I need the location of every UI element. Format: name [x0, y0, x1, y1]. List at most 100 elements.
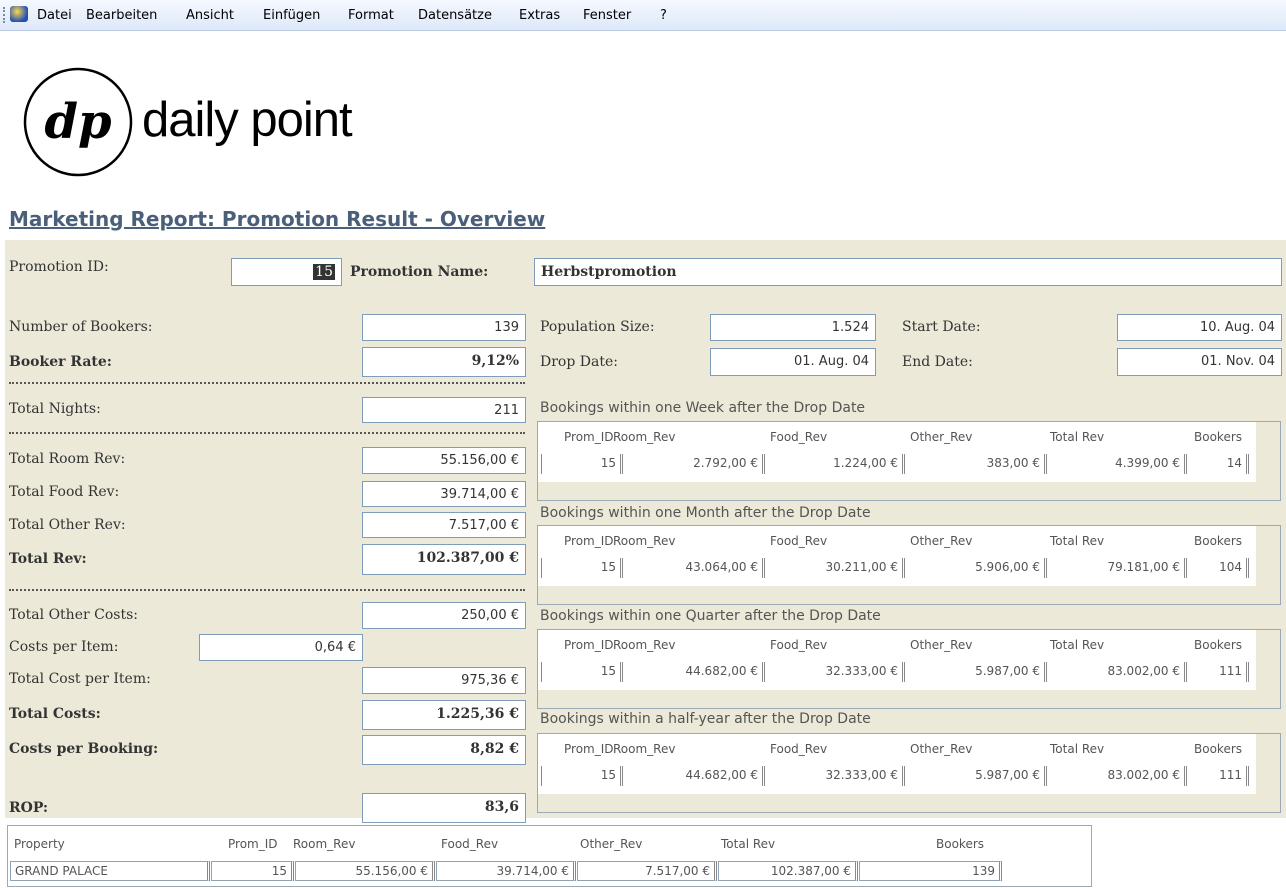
- menu-ansicht[interactable]: Ansicht: [186, 8, 234, 23]
- promotion-id-label: Promotion ID:: [9, 259, 109, 275]
- total-rev-cell[interactable]: 4.399,00 €: [1048, 454, 1187, 474]
- room-rev-cell[interactable]: 43.064,00 €: [624, 558, 765, 578]
- costs-per-item-field[interactable]: 0,64 €: [199, 634, 363, 661]
- total-costs-field[interactable]: 1.225,36 €: [362, 700, 526, 730]
- other-rev-cell[interactable]: 5.906,00 €: [906, 558, 1047, 578]
- room-rev-col-header: Room_Rev: [613, 534, 676, 548]
- total-other-rev-field[interactable]: 7.517,00 €: [362, 512, 526, 538]
- total-rev-col-header: Total Rev: [1050, 638, 1105, 652]
- page-title: Marketing Report: Promotion Result - Ove…: [9, 207, 546, 231]
- food-rev-col-header: Food_Rev: [770, 534, 828, 548]
- room-rev-col-header: Room_Rev: [613, 742, 676, 756]
- property-subform: Property Prom_ID Room_Rev Food_Rev Other…: [7, 825, 1092, 887]
- bookers-cell[interactable]: 111: [1188, 766, 1249, 786]
- total-room-rev-label: Total Room Rev:: [9, 451, 126, 467]
- prom-id-cell[interactable]: 15: [543, 662, 623, 682]
- prom-id-col-header: Prom_ID: [564, 638, 614, 652]
- drop-date-field[interactable]: 01. Aug. 04: [710, 348, 876, 376]
- total-other-costs-field[interactable]: 250,00 €: [362, 602, 526, 629]
- food-rev-col-header: Food_Rev: [770, 430, 828, 444]
- row-divider: [541, 766, 542, 786]
- prom-id-col-header: Prom_ID: [564, 534, 614, 548]
- subform-datasheet: Prom_ID Room_Rev Food_Rev Other_Rev Total Re…: [538, 630, 1256, 690]
- costs-per-booking-field[interactable]: 8,82 €: [362, 735, 526, 765]
- promotion-id-value: 15: [313, 264, 335, 280]
- bookers-cell[interactable]: 104: [1188, 558, 1249, 578]
- daily-point-logo: dp: [23, 67, 133, 177]
- food-rev-cell[interactable]: 30.211,00 €: [766, 558, 905, 578]
- booker-rate-field[interactable]: 9,12%: [362, 347, 526, 377]
- bookers-cell[interactable]: 139: [859, 861, 1002, 881]
- start-date-label: Start Date:: [902, 319, 981, 335]
- section-title: Bookings within one Quarter after the Dr…: [540, 608, 881, 624]
- prom-id-col-header: Prom_ID: [564, 430, 614, 444]
- menu-extras[interactable]: Extras: [519, 8, 560, 23]
- food-rev-cell[interactable]: 32.333,00 €: [766, 766, 905, 786]
- total-rev-cell[interactable]: 83.002,00 €: [1048, 662, 1187, 682]
- food-rev-cell[interactable]: 32.333,00 €: [766, 662, 905, 682]
- separator: [9, 382, 525, 384]
- total-room-rev-field[interactable]: 55.156,00 €: [362, 447, 526, 474]
- menu-datensaetze[interactable]: Datensätze: [418, 8, 492, 23]
- end-date-field[interactable]: 01. Nov. 04: [1117, 348, 1282, 376]
- prom-id-cell[interactable]: 15: [543, 766, 623, 786]
- menu-help[interactable]: ?: [660, 8, 667, 23]
- total-rev-col-header: Total Rev: [1050, 742, 1105, 756]
- other-rev-col-header: Other_Rev: [910, 638, 973, 652]
- section-title: Bookings within one Month after the Drop…: [540, 505, 871, 521]
- total-cost-per-item-field[interactable]: 975,36 €: [362, 667, 526, 694]
- total-rev-cell[interactable]: 102.387,00 €: [718, 861, 858, 881]
- menu-einfuegen[interactable]: Einfügen: [263, 8, 320, 23]
- room-rev-cell[interactable]: 44.682,00 €: [624, 662, 765, 682]
- property-cell[interactable]: GRAND PALACE: [10, 861, 210, 881]
- bookers-cell[interactable]: 14: [1188, 454, 1249, 474]
- rop-field[interactable]: 83,6: [362, 793, 526, 823]
- other-rev-cell[interactable]: 5.987,00 €: [906, 662, 1047, 682]
- start-date-field[interactable]: 10. Aug. 04: [1117, 314, 1282, 341]
- property-col-header: Property: [14, 837, 65, 851]
- total-rev-cell[interactable]: 83.002,00 €: [1048, 766, 1187, 786]
- food-rev-cell[interactable]: 1.224,00 €: [766, 454, 905, 474]
- costs-per-booking-label: Costs per Booking:: [9, 741, 159, 757]
- bookers-cell[interactable]: 111: [1188, 662, 1249, 682]
- bookers-col-header: Bookers: [1194, 742, 1243, 756]
- room-rev-cell[interactable]: 55.156,00 €: [295, 861, 435, 881]
- menu-datei[interactable]: Datei: [37, 8, 72, 23]
- total-nights-field[interactable]: 211: [362, 397, 526, 423]
- room-rev-col-header: Room_Rev: [293, 837, 356, 851]
- population-size-field[interactable]: 1.524: [710, 314, 876, 341]
- food-rev-cell[interactable]: 39.714,00 €: [436, 861, 576, 881]
- menu-fenster[interactable]: Fenster: [583, 8, 631, 23]
- room-rev-col-header: Room_Rev: [613, 638, 676, 652]
- prom-id-cell[interactable]: 15: [543, 454, 623, 474]
- menu-format[interactable]: Format: [348, 8, 394, 23]
- promotion-name-field[interactable]: Herbstpromotion: [534, 258, 1282, 286]
- room-rev-cell[interactable]: 2.792,00 €: [624, 454, 765, 474]
- total-rev-cell[interactable]: 79.181,00 €: [1048, 558, 1187, 578]
- number-of-bookers-field[interactable]: 139: [362, 314, 526, 341]
- other-rev-cell[interactable]: 7.517,00 €: [577, 861, 717, 881]
- menu-bearbeiten[interactable]: Bearbeiten: [86, 8, 157, 23]
- row-divider: [541, 454, 542, 474]
- separator: [9, 432, 525, 434]
- booker-rate-label: Booker Rate:: [9, 354, 112, 370]
- total-other-costs-label: Total Other Costs:: [9, 607, 138, 623]
- row-divider: [541, 662, 542, 682]
- bookers-col-header: Bookers: [1194, 430, 1243, 444]
- other-rev-cell[interactable]: 5.987,00 €: [906, 766, 1047, 786]
- food-rev-col-header: Food_Rev: [441, 837, 499, 851]
- total-rev-field[interactable]: 102.387,00 €: [362, 544, 526, 575]
- total-costs-label: Total Costs:: [9, 706, 101, 722]
- separator: [9, 589, 525, 591]
- access-app-icon[interactable]: [10, 6, 28, 22]
- bookings-subform: Prom_ID Room_Rev Food_Rev Other_Rev Total Re…: [537, 733, 1281, 813]
- room-rev-cell[interactable]: 44.682,00 €: [624, 766, 765, 786]
- total-other-rev-label: Total Other Rev:: [9, 517, 126, 533]
- other-rev-cell[interactable]: 383,00 €: [906, 454, 1047, 474]
- prom-id-cell[interactable]: 15: [211, 861, 294, 881]
- total-food-rev-field[interactable]: 39.714,00 €: [362, 481, 526, 507]
- promotion-id-field[interactable]: 15: [231, 258, 342, 286]
- prom-id-cell[interactable]: 15: [543, 558, 623, 578]
- food-rev-col-header: Food_Rev: [770, 638, 828, 652]
- toolbar-grip[interactable]: [3, 7, 7, 23]
